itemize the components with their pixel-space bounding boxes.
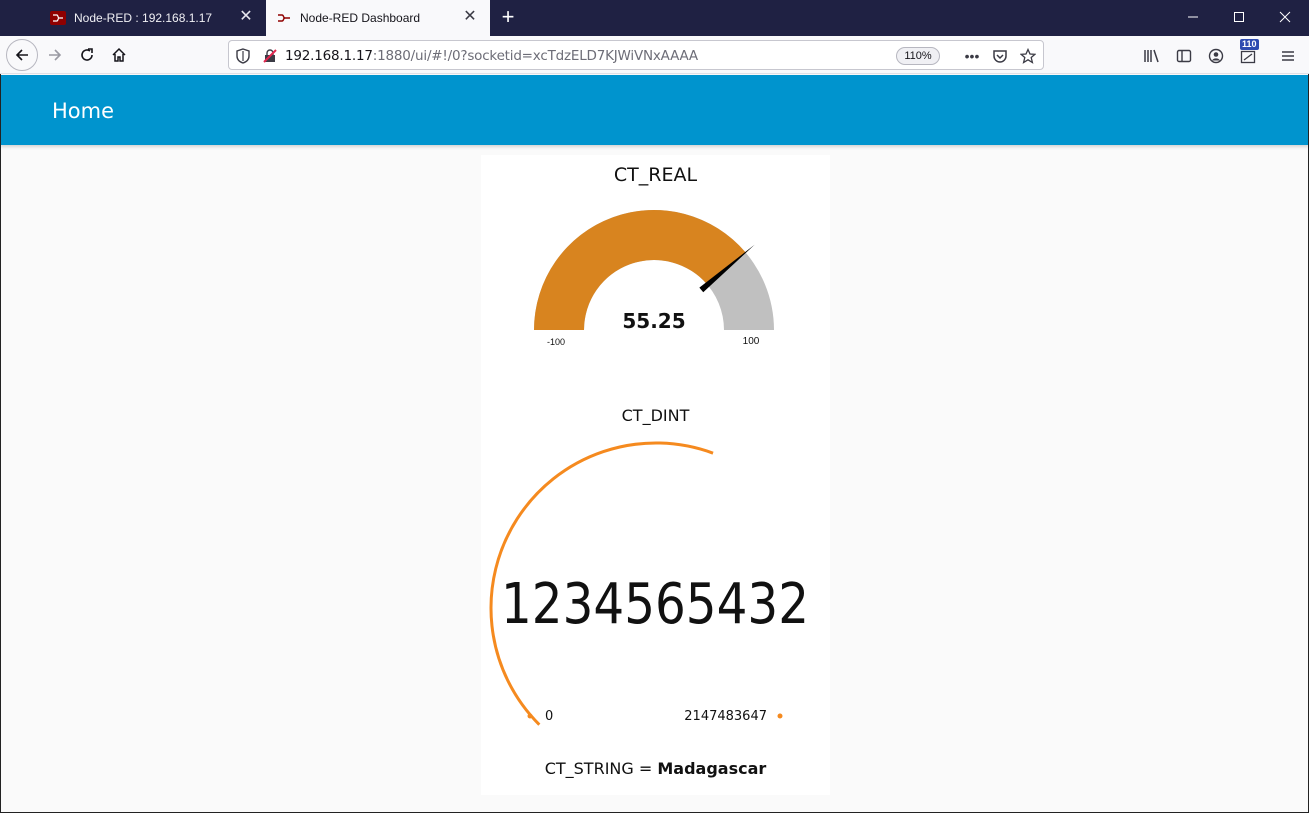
dashboard-group-card: CT_REAL 55.25 -100 100 1234565432 0 2147… (481, 155, 830, 795)
forward-button[interactable] (40, 40, 70, 70)
url-path: :1880/ui/#!/0?socketid=xcTdzELD7KJWiVNxA… (372, 48, 698, 64)
extension-badge: 110 (1240, 39, 1259, 50)
gauge-dint-title: CT_DINT (621, 406, 690, 425)
more-actions-icon[interactable]: ••• (963, 47, 981, 65)
gauge-dint-min: 0 (545, 709, 553, 724)
home-icon (112, 47, 126, 62)
gauge-dint-max: 2147483647 (684, 709, 767, 724)
gauges-canvas: 55.25 -100 100 1234565432 0 2147483647 (489, 209, 809, 726)
reload-button[interactable] (72, 40, 102, 70)
gauge-dint-value: 1234565432 (501, 572, 809, 637)
bookmark-star-icon[interactable] (1019, 47, 1037, 65)
back-arrow-icon (15, 49, 28, 61)
browser-nav-bar: 192.168.1.17:1880/ui/#!/0?socketid=xcTdz… (0, 36, 1309, 74)
menu-icon[interactable] (1278, 46, 1298, 66)
shield-icon[interactable] (234, 47, 252, 65)
url-text: 192.168.1.17:1880/ui/#!/0?socketid=xcTdz… (285, 48, 698, 64)
library-icon[interactable] (1142, 46, 1162, 66)
text-widget-ct-string: CT_STRING = Madagascar (481, 759, 830, 778)
tab-label: Node-RED : 192.168.1.17 (74, 11, 213, 25)
gauge-real-max: 100 (743, 336, 760, 347)
back-button[interactable] (6, 39, 38, 71)
close-tab-icon[interactable]: ✕ (462, 9, 478, 25)
gauge-real-min: -100 (547, 337, 565, 347)
browser-tab-bar: Node-RED : 192.168.1.17 ✕ Node-RED Dashb… (0, 0, 1309, 36)
insecure-lock-icon[interactable] (261, 47, 279, 65)
node-red-icon (50, 11, 66, 25)
home-button[interactable] (104, 40, 134, 70)
page-title: Home (52, 99, 115, 123)
gauge-dint-max-dot (777, 713, 783, 719)
reload-icon (81, 48, 93, 61)
close-tab-icon[interactable]: ✕ (238, 9, 254, 25)
node-red-icon (276, 11, 292, 25)
close-window-icon[interactable] (1262, 6, 1308, 30)
url-host: 192.168.1.17 (285, 48, 373, 64)
new-tab-button[interactable]: + (496, 6, 520, 30)
gauge-real-value: 55.25 (622, 309, 685, 333)
url-bar[interactable]: 192.168.1.17:1880/ui/#!/0?socketid=xcTdz… (228, 40, 1044, 70)
minimize-icon[interactable] (1170, 6, 1216, 30)
account-icon[interactable] (1206, 46, 1226, 66)
tab-node-red-dashboard[interactable]: Node-RED Dashboard ✕ (266, 0, 490, 36)
tab-label: Node-RED Dashboard (300, 11, 421, 25)
window-border (0, 74, 1, 813)
zoom-indicator[interactable]: 110% (896, 47, 940, 65)
text-widget-label: CT_STRING = (544, 759, 658, 778)
maximize-icon[interactable] (1216, 6, 1262, 30)
gauge-dint-min-dot (527, 713, 533, 719)
sidebar-icon[interactable] (1174, 46, 1194, 66)
tab-node-red-editor[interactable]: Node-RED : 192.168.1.17 ✕ (40, 0, 266, 36)
text-widget-value: Madagascar (657, 759, 767, 778)
forward-arrow-icon (49, 49, 62, 61)
pocket-icon[interactable] (991, 47, 1009, 65)
dashboard-header: Home (0, 75, 1309, 145)
